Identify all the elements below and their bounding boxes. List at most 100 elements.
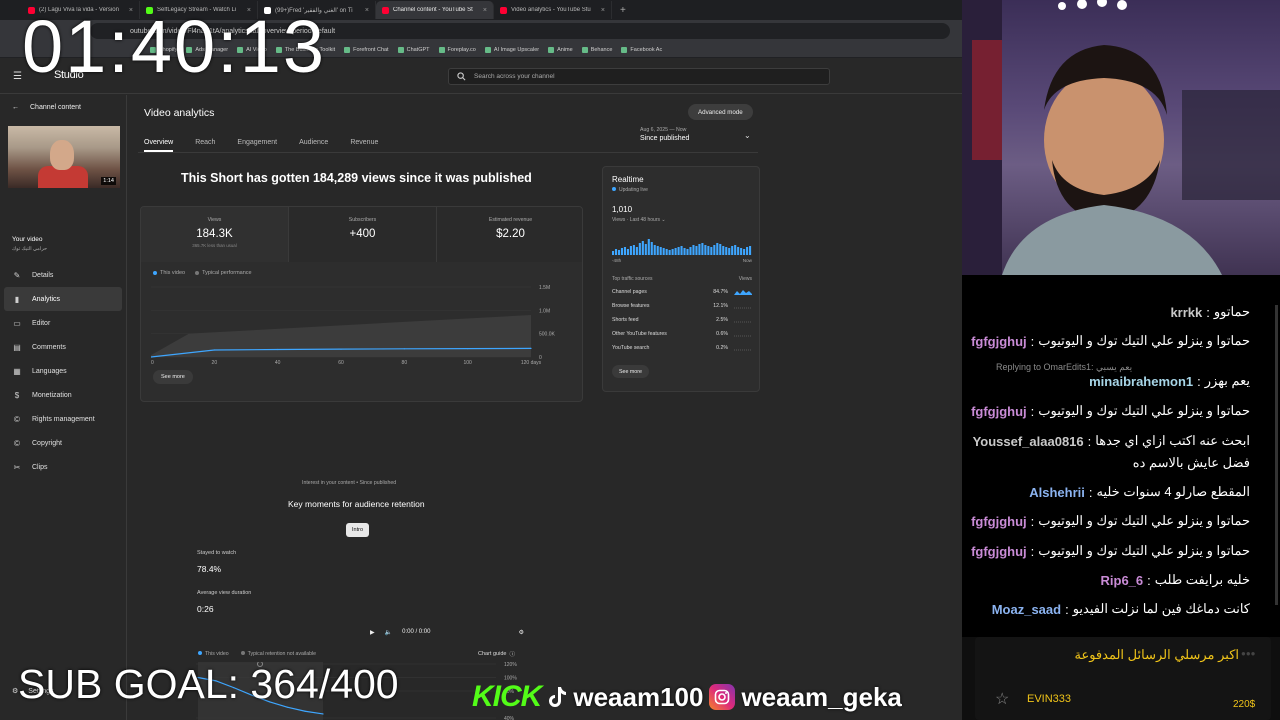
bookmark-item[interactable]: Forefront Chat [344, 46, 389, 53]
chat-message: Rip6_6: خليه برايفت طلب [1101, 572, 1251, 588]
close-icon[interactable]: × [483, 7, 487, 14]
traffic-source-pct: 84.7% [713, 289, 728, 295]
bookmark-item[interactable]: Behance [581, 46, 612, 53]
intro-chip[interactable]: Intro [346, 523, 370, 537]
close-icon[interactable]: × [365, 7, 369, 14]
sidebar-item-details[interactable]: ✎ Details [4, 263, 122, 287]
realtime-bar [740, 248, 743, 255]
sidebar-item-monetization[interactable]: $ Monetization [4, 383, 122, 407]
realtime-views-label[interactable]: Views · Last 48 hours ⌄ [612, 217, 666, 223]
sidebar-item-clips[interactable]: ✂ Clips [4, 455, 122, 479]
realtime-bar [722, 246, 725, 255]
chat-message: fgfgjghuj: حماتوا و ينزلو علي التيك توك و… [971, 403, 1250, 419]
bookmark-favicon-icon [397, 46, 404, 53]
sidebar-item-copyright[interactable]: © Copyright [4, 431, 122, 455]
browser-tab[interactable]: Channel content - YouTube St × [376, 1, 494, 19]
tab-revenue[interactable]: Revenue [350, 139, 378, 152]
traffic-source-row[interactable]: Channel pages 84.7% [612, 287, 752, 297]
sidebar-item-label: Details [32, 271, 54, 279]
chat-text: خليه برايفت طلب [1154, 572, 1250, 587]
bookmark-item[interactable]: Foreplay.co [438, 46, 476, 53]
back-to-channel-content[interactable]: ← Channel content [12, 104, 81, 111]
chat-username[interactable]: fgfgjghuj [971, 544, 1027, 559]
x-tick-label: 20 [212, 360, 218, 365]
traffic-source-row[interactable]: Browse features 12.1% [612, 301, 752, 311]
browser-tab[interactable]: Video analytics - YouTube Stu × [494, 1, 612, 19]
play-icon[interactable]: ▶ [370, 629, 375, 636]
search-input[interactable]: Search across your channel [448, 68, 830, 85]
date-range-label: Since published [640, 135, 690, 142]
realtime-bar [716, 243, 719, 255]
chart-guide-button[interactable]: Chart guide ⓘ [478, 650, 515, 658]
metric-views[interactable]: Views 184.3K 365.7K less than usual [141, 207, 289, 262]
chat-colon: : [1030, 403, 1035, 419]
chat-username[interactable]: minaibrahemon1 [1089, 374, 1193, 389]
chat-username[interactable]: Rip6_6 [1101, 573, 1144, 588]
sidebar-item-analytics[interactable]: ▮ Analytics [4, 287, 122, 311]
traffic-source-row[interactable]: YouTube search 0.2% [612, 343, 752, 353]
traffic-source-row[interactable]: Other YouTube features 0.6% [612, 329, 752, 339]
y-tick-label: 120% [504, 662, 517, 668]
sidebar-item-rights-management[interactable]: © Rights management [4, 407, 122, 431]
date-range-selector[interactable]: Aug 6, 2025 — Now Since published ⌄ [640, 127, 751, 142]
realtime-bar [665, 249, 668, 255]
advanced-mode-button[interactable]: Advanced mode [688, 104, 753, 120]
bookmark-item[interactable]: ChatGPT [397, 46, 430, 53]
gear-icon[interactable]: ⚙ [519, 629, 524, 636]
chevron-down-icon: ⌄ [744, 131, 751, 140]
tab-engagement[interactable]: Engagement [237, 139, 277, 152]
close-icon[interactable]: × [601, 7, 605, 14]
metric-estimated-revenue[interactable]: Estimated revenue $2.20 [437, 207, 582, 262]
tab-overview[interactable]: Overview [144, 139, 174, 152]
video-thumbnail[interactable]: 1:14 [8, 126, 120, 188]
date-range-dates: Aug 6, 2025 — Now [640, 127, 687, 133]
tiktok-icon [549, 687, 567, 707]
chat-username[interactable]: Moaz_saad [992, 602, 1061, 617]
chat-message: Alshehrii: المقطع صارلو 4 سنوات خليه [1029, 484, 1250, 500]
realtime-see-more-button[interactable]: See more [612, 365, 649, 378]
axis-left-label: -48h [612, 258, 622, 263]
realtime-bar [674, 248, 677, 255]
back-label: Channel content [30, 104, 81, 111]
bookmark-item[interactable]: AI Image Upscaler [484, 46, 539, 53]
tab-reach[interactable]: Reach [195, 139, 215, 152]
realtime-bar [650, 242, 653, 255]
volume-icon[interactable]: 🔈 [385, 629, 392, 636]
tab-audience[interactable]: Audience [299, 139, 328, 152]
views-headline: This Short has gotten 184,289 views sinc… [181, 171, 532, 185]
sidebar-item-label: Languages [32, 367, 67, 375]
your-video-label: Your video [12, 236, 43, 243]
chat-username[interactable]: fgfgjghuj [971, 514, 1027, 529]
traffic-source-row[interactable]: Shorts feed 2.5% [612, 315, 752, 325]
sidebar-item-languages[interactable]: ▦ Languages [4, 359, 122, 383]
chat-scrollbar[interactable] [1275, 305, 1278, 605]
sparkline [734, 349, 752, 351]
realtime-bar [671, 249, 674, 255]
stream-timer: 01:40:13 [22, 5, 327, 88]
views-area-chart[interactable]: 0500.0K1.0M1.5M0 20 40 60 80 100 120 days [151, 285, 571, 365]
chat-text: فضل عايش بالاسم ده [1132, 455, 1250, 470]
bookmark-item[interactable]: Facebook Ac [621, 46, 662, 53]
new-tab-icon[interactable]: + [620, 5, 626, 16]
sidebar-item-comments[interactable]: ▤ Comments [4, 335, 122, 359]
metric-subscribers[interactable]: Subscribers +400 [289, 207, 437, 262]
chat-username[interactable]: krrkk [1170, 305, 1202, 320]
metric-sub: 365.7K less than usual [192, 243, 237, 248]
chat-username[interactable]: Youssef_alaa0816 [973, 434, 1084, 449]
chat-username[interactable]: fgfgjghuj [971, 334, 1027, 349]
bookmark-favicon-icon [581, 46, 588, 53]
see-more-button[interactable]: See more [153, 370, 193, 384]
realtime-bar-chart[interactable] [612, 231, 752, 255]
realtime-bar [635, 247, 638, 255]
chat-username[interactable]: Alshehrii [1029, 485, 1085, 500]
more-icon[interactable]: ●●● [1241, 649, 1256, 658]
metric-value: +400 [349, 228, 376, 240]
realtime-bar [626, 249, 629, 255]
chat-text: حماتوا و ينزلو علي التيك توك و اليوتيوب [1038, 403, 1250, 418]
search-placeholder: Search across your channel [474, 73, 555, 80]
sidebar-item-editor[interactable]: ▭ Editor [4, 311, 122, 335]
bookmark-item[interactable]: Anime [548, 46, 573, 53]
menu-icon[interactable]: ☰ [13, 71, 22, 82]
chat-username[interactable]: fgfgjghuj [971, 404, 1027, 419]
retention-legend: This video Typical retention not availab… [198, 651, 316, 657]
